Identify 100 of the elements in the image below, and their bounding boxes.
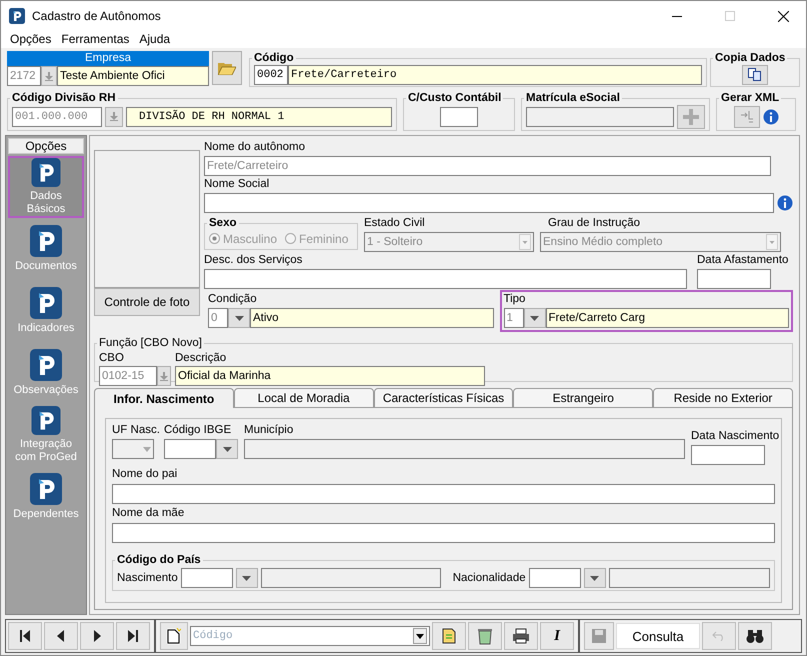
city-field[interactable]: [244, 439, 685, 459]
field-label: Nome Social: [204, 177, 270, 192]
lookup-button[interactable]: [157, 366, 171, 386]
cost-center-field[interactable]: [440, 106, 478, 126]
group-label: Código: [253, 51, 295, 66]
italic-button[interactable]: I: [540, 622, 574, 650]
find-button[interactable]: [738, 622, 772, 650]
trash-icon: [477, 627, 493, 645]
caret-icon: [413, 628, 427, 644]
copy-icon: [748, 68, 762, 81]
field-label: Nome da mãe: [112, 506, 186, 521]
field-label: Condição: [208, 292, 258, 307]
app-logo-icon: [30, 473, 62, 505]
binoculars-icon: [746, 628, 764, 644]
company-code-field[interactable]: 2172: [7, 66, 41, 86]
state-select[interactable]: [112, 439, 154, 459]
menu-item[interactable]: Opções: [5, 31, 56, 48]
occupation-field[interactable]: Oficial da Marinha: [175, 366, 485, 386]
field-label: Nome do autônomo: [204, 140, 306, 155]
caret-icon: [766, 234, 778, 250]
nationality-field[interactable]: [528, 568, 581, 588]
code-field[interactable]: 0002: [254, 64, 288, 84]
division-name-field[interactable]: DIVISÃO DE RH NORMAL 1: [126, 106, 392, 126]
code-field[interactable]: 1: [504, 308, 524, 328]
printer-icon: [512, 628, 530, 644]
group-label: Gerar XML: [720, 91, 780, 106]
tab[interactable]: Local de Moradia: [234, 388, 374, 408]
down-arrow-icon: [110, 112, 118, 121]
down-arrow-icon: [160, 372, 168, 380]
field-label: Município: [244, 423, 294, 438]
caret-icon: [590, 576, 600, 580]
group-label: Função [CBO Novo]: [98, 336, 203, 351]
field-label: Nome do pai: [112, 467, 178, 482]
lookup-button[interactable]: [41, 66, 57, 86]
code-field[interactable]: 0: [208, 308, 228, 328]
group-label: Código Divisão RH: [11, 91, 117, 106]
dropdown-button[interactable]: [524, 308, 546, 328]
dropdown-button[interactable]: [236, 568, 258, 588]
print-button[interactable]: [504, 622, 538, 650]
division-code-field[interactable]: 001.000.000: [12, 106, 102, 126]
first-icon: [17, 628, 33, 644]
field-label: Estado Civil: [364, 216, 426, 231]
field-label: Desc. dos Serviços: [204, 253, 304, 268]
sidebar-title: Opções: [8, 138, 84, 154]
next-button[interactable]: [80, 622, 114, 650]
last-button[interactable]: [116, 622, 150, 650]
save-button[interactable]: [584, 622, 614, 650]
father-name-field[interactable]: [112, 484, 775, 504]
esocial-field[interactable]: [526, 106, 674, 126]
photo-control-button[interactable]: Controle de foto: [94, 288, 200, 316]
tab[interactable]: Características Físicas: [374, 388, 514, 408]
caret-icon: [234, 316, 244, 320]
mode-field: Consulta: [616, 623, 700, 649]
open-folder-button[interactable]: [212, 51, 242, 85]
tab[interactable]: Infor. Nascimento: [94, 388, 234, 408]
app-logo-icon: [30, 158, 62, 187]
dropdown-button[interactable]: [216, 439, 238, 459]
copy-button[interactable]: [742, 64, 768, 84]
name-field[interactable]: Frete/Carreteiro: [288, 64, 702, 84]
dropdown-button[interactable]: [584, 568, 606, 588]
field-label: Código IBGE: [164, 423, 232, 438]
close-icon: [778, 10, 788, 22]
info-icon[interactable]: [777, 195, 793, 211]
maximize-icon: [725, 11, 735, 21]
social-name-field[interactable]: [204, 193, 774, 213]
info-icon[interactable]: [762, 108, 778, 124]
services-field[interactable]: [204, 269, 687, 289]
group-label: C/Custo Contábil: [407, 91, 502, 106]
new-button[interactable]: [160, 622, 188, 650]
delete-button[interactable]: [468, 622, 502, 650]
mother-name-field[interactable]: [112, 523, 775, 543]
cbo-field[interactable]: 0102-15: [99, 366, 157, 386]
group-label: Código do País: [116, 553, 202, 568]
caret-icon: [222, 446, 232, 452]
caret-icon: [242, 576, 252, 580]
menu-item[interactable]: Ferramentas: [56, 31, 134, 48]
birth-country-field[interactable]: [180, 568, 233, 588]
ibge-code-field[interactable]: [164, 439, 216, 459]
company-name-field[interactable]: Teste Ambiente Ofici: [57, 66, 209, 86]
birth-country-name-field[interactable]: [260, 568, 441, 588]
caret-icon: [530, 316, 539, 320]
menu-item[interactable]: Ajuda: [134, 31, 176, 48]
field-label: Data Afastamento: [697, 253, 787, 268]
leave-date-field[interactable]: [697, 269, 771, 289]
dropdown-button[interactable]: [228, 308, 250, 328]
nationality-name-field[interactable]: [608, 568, 770, 588]
field-label: CBO: [99, 351, 125, 366]
edit-button[interactable]: [432, 622, 466, 650]
tab[interactable]: Reside no Exterior: [653, 388, 793, 408]
value-field[interactable]: Frete/Carreto Carg: [546, 308, 789, 328]
tab[interactable]: Estrangeiro: [513, 388, 654, 408]
value-field[interactable]: Ativo: [250, 308, 494, 328]
generate-xml-button[interactable]: [734, 106, 760, 128]
first-button[interactable]: [8, 622, 42, 650]
previous-button[interactable]: [44, 622, 78, 650]
folder-icon: [218, 61, 236, 75]
undo-icon: [712, 631, 726, 641]
birth-date-field[interactable]: [691, 445, 765, 465]
lookup-button[interactable]: [105, 106, 123, 126]
select-value: 1 - Solteiro: [367, 236, 423, 248]
